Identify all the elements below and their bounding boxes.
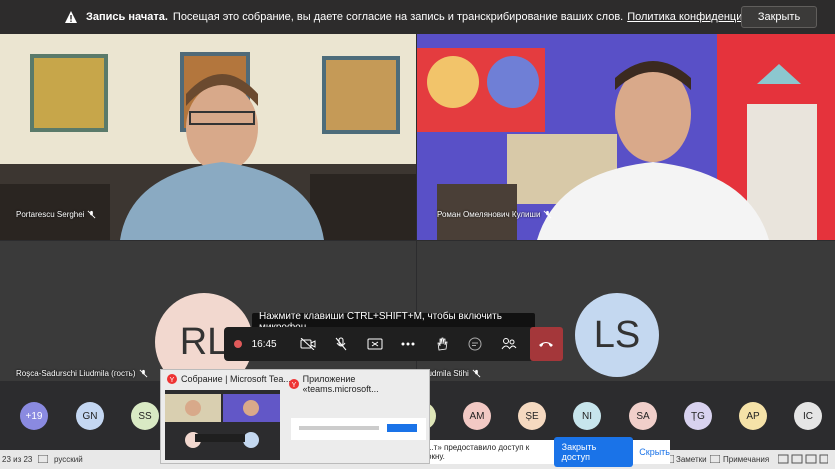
yandex-browser-icon: Y xyxy=(167,374,177,384)
svg-text:Y: Y xyxy=(292,382,297,389)
warning-icon xyxy=(65,11,77,23)
close-banner-button[interactable]: Закрыть xyxy=(741,6,817,28)
hang-up-icon xyxy=(539,342,554,347)
recording-banner: Запись начата. Посещая это собрание, вы … xyxy=(0,0,835,34)
more-icon xyxy=(401,342,415,346)
hide-button[interactable]: Скрыть xyxy=(639,447,670,457)
participant-chip[interactable]: SA xyxy=(629,402,657,430)
more-actions-button[interactable] xyxy=(392,327,426,361)
preview-teams-meeting[interactable]: Y Собрание | Microsoft Tea... xyxy=(167,374,291,384)
share-screen-button[interactable] xyxy=(358,327,392,361)
camera-toggle-button[interactable] xyxy=(291,327,325,361)
chat-button[interactable] xyxy=(459,327,493,361)
record-dot-icon xyxy=(233,340,242,348)
meeting-controls: 16:45 xyxy=(224,327,563,361)
mic-off-icon xyxy=(88,210,96,219)
participant-name: Roșca-Sadurschi Liudmila (гость) xyxy=(16,369,136,378)
view-buttons-icon[interactable] xyxy=(778,454,828,464)
participant-chip[interactable]: ȘE xyxy=(518,402,546,430)
preview-thumbnail-app xyxy=(291,418,426,440)
sharing-text: ...т» предоставило доступ к окну. xyxy=(427,443,530,461)
video-tile-portarescu[interactable]: Portarescu Serghei xyxy=(0,34,416,240)
hang-up-button[interactable] xyxy=(529,327,563,361)
sharing-notification: ...т» предоставило доступ к окну. Закрыт… xyxy=(425,437,670,467)
comments-button[interactable]: Примечания xyxy=(723,455,769,464)
participants-button[interactable] xyxy=(492,327,526,361)
people-icon xyxy=(501,338,517,350)
video-tile-roman[interactable]: Роман Омелянович Кулиши xyxy=(417,34,835,240)
camera-off-icon xyxy=(300,338,316,350)
share-icon xyxy=(367,338,383,350)
language-indicator[interactable]: русский xyxy=(54,455,83,464)
participant-chip[interactable]: AP xyxy=(739,402,767,430)
recording-indicator xyxy=(224,327,252,361)
recording-consent-text: Посещая это собрание, вы даете согласие … xyxy=(172,11,624,23)
spellcheck-icon xyxy=(38,455,48,463)
notes-button[interactable]: Заметки xyxy=(676,455,707,464)
mic-off-icon xyxy=(544,210,552,219)
comments-icon xyxy=(710,455,720,463)
participant-chip[interactable]: NI xyxy=(573,402,601,430)
preview-title: Собрание | Microsoft Tea... xyxy=(181,374,291,384)
participant-chip-more[interactable]: +19 xyxy=(20,402,48,430)
participant-name: Portarescu Serghei xyxy=(16,210,85,219)
mic-off-icon xyxy=(335,337,347,351)
participant-chip[interactable]: AM xyxy=(463,402,491,430)
preview-teams-app[interactable]: Y Приложение «teams.microsoft... xyxy=(289,374,429,394)
preview-thumbnail-meeting xyxy=(165,390,280,460)
participant-chip[interactable]: IC xyxy=(794,402,822,430)
raise-hand-button[interactable] xyxy=(425,327,459,361)
participant-name: Роман Омелянович Кулиши xyxy=(437,210,541,219)
yandex-browser-icon: Y xyxy=(289,379,299,389)
svg-text:Y: Y xyxy=(170,377,175,384)
participant-chip[interactable]: GN xyxy=(76,402,104,430)
participant-avatar: LS xyxy=(575,293,659,377)
participant-chip[interactable]: ȚG xyxy=(684,402,712,430)
recording-started-label: Запись начата. xyxy=(86,11,168,23)
stop-sharing-button[interactable]: Закрыть доступ xyxy=(553,437,634,467)
preview-title: Приложение «teams.microsoft... xyxy=(302,374,379,394)
hand-icon xyxy=(437,337,448,351)
mic-toggle-button[interactable] xyxy=(325,327,359,361)
meeting-timer: 16:45 xyxy=(251,338,277,350)
mic-off-icon xyxy=(139,369,147,378)
taskbar-preview-popup: Y Собрание | Microsoft Tea... Y Приложен… xyxy=(160,369,430,464)
participant-chip[interactable]: SS xyxy=(131,402,159,430)
mic-off-icon xyxy=(472,369,481,378)
chat-icon xyxy=(468,337,482,351)
slide-counter: 23 из 23 xyxy=(2,455,33,464)
